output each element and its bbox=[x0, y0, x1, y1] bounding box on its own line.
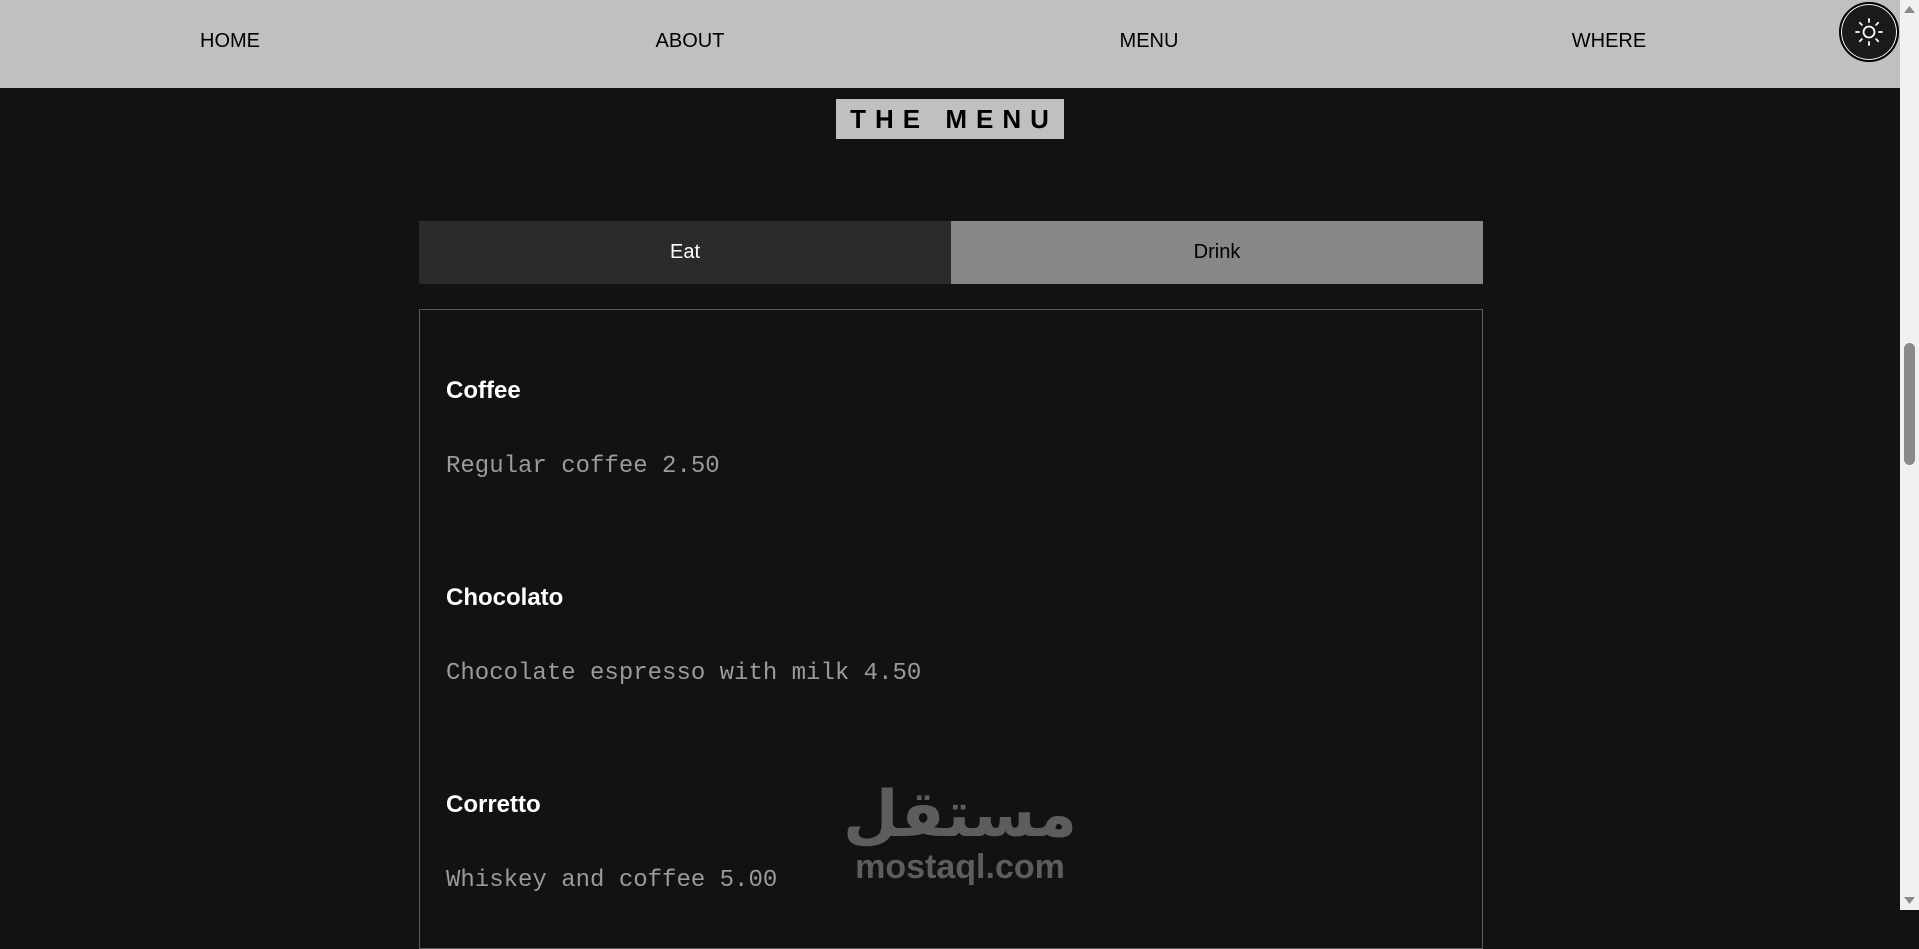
watermark: مستقل mostaql.com bbox=[840, 775, 1080, 885]
menu-item-description: Chocolate espresso with milk 4.50 bbox=[446, 660, 922, 687]
nav-link-about[interactable]: ABOUT bbox=[460, 30, 920, 53]
page-title: THE MENU bbox=[836, 99, 1064, 139]
top-navbar: HOME ABOUT MENU WHERE bbox=[0, 0, 1900, 88]
vertical-scrollbar[interactable] bbox=[1900, 0, 1919, 910]
watermark-arabic: مستقل bbox=[842, 778, 1078, 852]
page-title-wrapper: THE MENU bbox=[0, 99, 1900, 139]
menu-item-description: Whiskey and coffee 5.00 bbox=[446, 867, 778, 894]
scrollbar-thumb[interactable] bbox=[1904, 343, 1915, 465]
tab-eat[interactable]: Eat bbox=[419, 221, 951, 284]
watermark-latin: mostaql.com bbox=[855, 848, 1065, 886]
menu-item-name: Chocolato bbox=[446, 584, 564, 611]
menu-item-description: Regular coffee 2.50 bbox=[446, 453, 720, 480]
scroll-down-arrow-icon[interactable] bbox=[1900, 894, 1919, 908]
nav-link-where[interactable]: WHERE bbox=[1379, 30, 1839, 53]
theme-toggle-button[interactable] bbox=[1839, 2, 1899, 62]
menu-item-name: Coffee bbox=[446, 377, 521, 404]
tab-drink[interactable]: Drink bbox=[951, 221, 1483, 284]
menu-tabs: Eat Drink bbox=[419, 221, 1483, 284]
menu-item-name: Corretto bbox=[446, 791, 541, 818]
nav-link-menu[interactable]: MENU bbox=[919, 30, 1379, 53]
scroll-up-arrow-icon[interactable] bbox=[1900, 2, 1919, 16]
nav-link-home[interactable]: HOME bbox=[0, 30, 460, 53]
sun-icon bbox=[1855, 18, 1883, 46]
